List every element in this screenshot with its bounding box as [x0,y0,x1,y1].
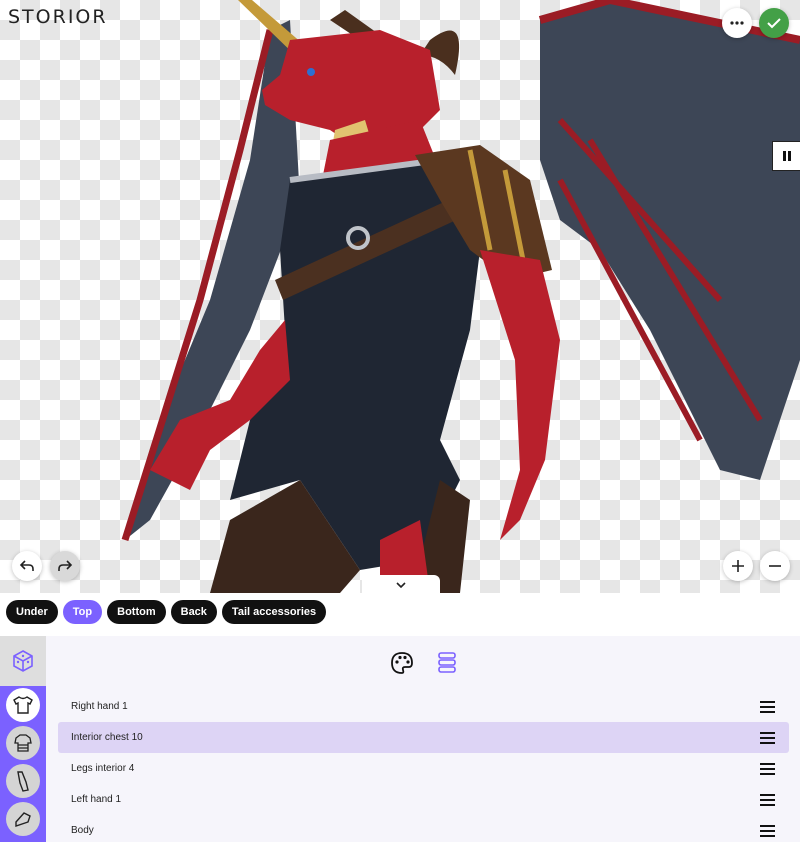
tab-under[interactable]: Under [6,600,58,624]
app-logo: STORIOR [8,6,108,28]
character-canvas[interactable]: STORIOR [0,0,800,593]
layer-row[interactable]: Body [58,815,789,842]
glove-icon [17,771,29,792]
drag-handle-icon[interactable] [760,762,776,775]
redo-icon [58,560,73,571]
drag-handle-icon[interactable] [760,731,776,744]
layer-row[interactable]: Legs interior 4 [58,753,789,784]
more-options-button[interactable] [722,8,752,38]
confirm-button[interactable] [759,8,789,38]
tab-back[interactable]: Back [170,600,217,624]
pause-button[interactable] [772,141,800,171]
layer-label: Body [71,825,94,836]
layers-button[interactable] [434,650,460,676]
shirt-icon [13,696,33,714]
palette-icon [391,652,413,674]
editor-panel: Right hand 1 Interior chest 10 Legs inte… [0,636,800,842]
drag-handle-icon[interactable] [760,824,776,837]
layer-row[interactable]: Left hand 1 [58,784,789,815]
category-tabs: Under Top Bottom Back Tail accessories [6,600,327,624]
color-palette-button[interactable] [389,650,415,676]
drag-handle-icon[interactable] [760,793,776,806]
collapse-panel-button[interactable] [362,575,440,595]
plus-icon [732,560,744,572]
sidebar-item-hands[interactable] [6,764,40,798]
dice-icon [13,650,33,672]
layer-label: Right hand 1 [71,701,128,712]
sidebar-item-armor[interactable] [6,726,40,760]
layer-row[interactable]: Interior chest 10 [58,722,789,753]
boot-icon [15,812,31,827]
sidebar-item-top[interactable] [6,688,40,722]
layer-list: Right hand 1 Interior chest 10 Legs inte… [58,691,789,842]
layer-label: Left hand 1 [71,794,122,805]
dragon-character-image [121,0,800,593]
layer-label: Legs interior 4 [71,763,135,774]
randomize-button[interactable] [0,636,46,686]
zoom-in-button[interactable] [723,551,753,581]
layers-icon [438,652,456,673]
zoom-out-button[interactable] [760,551,790,581]
armor-icon [14,734,32,752]
undo-icon [19,560,34,571]
check-icon [767,18,781,29]
tab-top[interactable]: Top [62,600,103,624]
pause-icon [783,151,791,161]
layer-label: Interior chest 10 [71,732,143,743]
sidebar-item-feet[interactable] [6,802,40,836]
more-horizontal-icon [730,21,744,25]
undo-button[interactable] [12,551,42,581]
tab-tail-accessories[interactable]: Tail accessories [221,600,327,624]
drag-handle-icon[interactable] [760,700,776,713]
minus-icon [769,565,781,567]
redo-button[interactable] [50,551,80,581]
tab-bottom[interactable]: Bottom [107,600,166,624]
layer-row[interactable]: Right hand 1 [58,691,789,722]
chevron-down-icon [396,582,406,588]
part-sidebar [0,636,46,842]
